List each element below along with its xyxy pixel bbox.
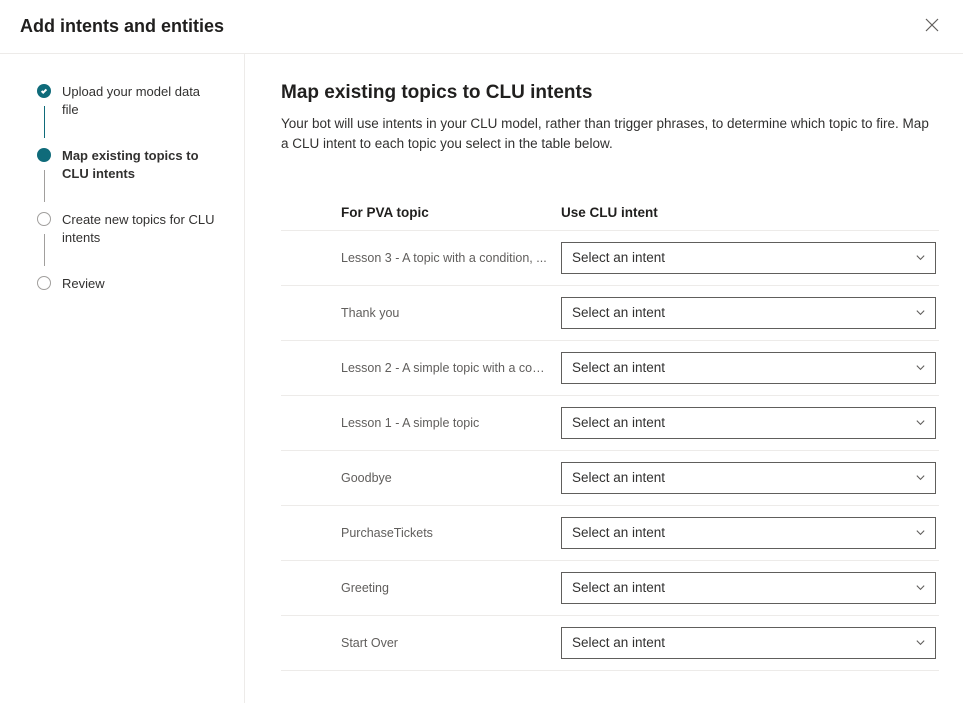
- step-label: Create new topics for CLU intents: [62, 210, 224, 274]
- close-button[interactable]: [921, 14, 943, 39]
- topic-name: PurchaseTickets: [341, 526, 561, 540]
- table-row: Greeting Select an intent: [281, 561, 939, 616]
- dialog-body: Upload your model data file Map existing…: [0, 54, 963, 703]
- table-row: Start Over Select an intent: [281, 616, 939, 671]
- step-label: Review: [62, 274, 113, 293]
- close-icon: [925, 18, 939, 35]
- step-label: Map existing topics to CLU intents: [62, 146, 224, 210]
- wizard-step-create-topics[interactable]: Create new topics for CLU intents: [36, 210, 224, 274]
- table-row: Lesson 1 - A simple topic Select an inte…: [281, 396, 939, 451]
- topic-name: Greeting: [341, 581, 561, 595]
- topic-name: Lesson 2 - A simple topic with a con...: [341, 361, 561, 375]
- step-pending-icon: [37, 212, 51, 226]
- intent-select[interactable]: Select an intent: [561, 407, 936, 439]
- topic-name: Start Over: [341, 636, 561, 650]
- intent-select[interactable]: Select an intent: [561, 572, 936, 604]
- step-completed-icon: [37, 84, 51, 98]
- step-current-icon: [37, 148, 51, 162]
- column-header-intent: Use CLU intent: [561, 205, 939, 220]
- column-header-topic: For PVA topic: [341, 205, 561, 220]
- wizard-step-upload[interactable]: Upload your model data file: [36, 82, 224, 146]
- page-description: Your bot will use intents in your CLU mo…: [281, 114, 939, 155]
- intent-select[interactable]: Select an intent: [561, 352, 936, 384]
- topic-name: Lesson 3 - A topic with a condition, ...: [341, 251, 561, 265]
- intent-select[interactable]: Select an intent: [561, 242, 936, 274]
- dialog-title: Add intents and entities: [20, 16, 224, 37]
- main-content: Map existing topics to CLU intents Your …: [245, 54, 963, 703]
- intent-select[interactable]: Select an intent: [561, 462, 936, 494]
- topic-name: Goodbye: [341, 471, 561, 485]
- table-row: Goodbye Select an intent: [281, 451, 939, 506]
- wizard-steps-sidebar: Upload your model data file Map existing…: [0, 54, 245, 703]
- table-header: For PVA topic Use CLU intent: [281, 195, 939, 231]
- dialog-header: Add intents and entities: [0, 0, 963, 54]
- table-row: PurchaseTickets Select an intent: [281, 506, 939, 561]
- intent-select[interactable]: Select an intent: [561, 297, 936, 329]
- intent-select[interactable]: Select an intent: [561, 627, 936, 659]
- table-row: Thank you Select an intent: [281, 286, 939, 341]
- table-row: Lesson 3 - A topic with a condition, ...…: [281, 231, 939, 286]
- topic-name: Thank you: [341, 306, 561, 320]
- topics-mapping-table: For PVA topic Use CLU intent Lesson 3 - …: [281, 195, 939, 671]
- table-row: Lesson 2 - A simple topic with a con... …: [281, 341, 939, 396]
- intent-select[interactable]: Select an intent: [561, 517, 936, 549]
- wizard-step-review[interactable]: Review: [36, 274, 224, 293]
- step-label: Upload your model data file: [62, 82, 224, 146]
- wizard-step-map-topics[interactable]: Map existing topics to CLU intents: [36, 146, 224, 210]
- topic-name: Lesson 1 - A simple topic: [341, 416, 561, 430]
- step-pending-icon: [37, 276, 51, 290]
- page-title: Map existing topics to CLU intents: [281, 82, 939, 104]
